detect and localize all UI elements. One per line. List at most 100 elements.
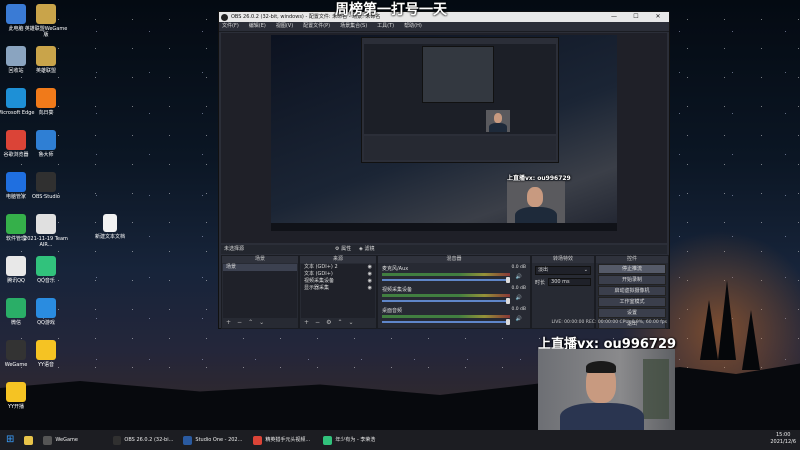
app-icon: [6, 46, 26, 66]
file-explorer-button[interactable]: [20, 432, 37, 448]
menu-item[interactable]: 编辑(E): [249, 22, 266, 31]
app-icon: [36, 4, 56, 24]
duration-label: 时长: [535, 279, 546, 286]
document-icon: [103, 214, 117, 232]
volume-slider[interactable]: [382, 277, 510, 283]
taskbar-app-button[interactable]: Studio One - 202...: [179, 432, 247, 448]
preview-webcam: [507, 181, 565, 225]
taskbar-app-button[interactable]: 精英猎手元头视频...: [249, 432, 317, 448]
wallpaper-tree: [700, 300, 718, 360]
taskbar-app-button[interactable]: WeGame: [39, 432, 107, 448]
duration-input[interactable]: 300 ms: [548, 278, 591, 286]
minimize-button[interactable]: —: [603, 12, 625, 22]
speaker-icon[interactable]: 🔊: [516, 295, 522, 301]
app-icon: [43, 435, 53, 445]
menu-item[interactable]: 工具(T): [377, 22, 394, 31]
desktop-icon[interactable]: 英雄联盟: [24, 46, 68, 74]
transition-select[interactable]: 淡出 ⌄: [535, 266, 591, 275]
wallpaper-tree: [742, 310, 760, 370]
desktop-icon[interactable]: 鲁大师: [24, 130, 68, 158]
dock-title: 转场特效: [532, 256, 594, 263]
obs-menubar: 文件(F) 编辑(E) 视图(V) 配置文件(P) 场景集合(S) 工具(T) 帮助(H): [219, 22, 669, 32]
obs-statusbar: LIVE: 00:00:00 REC: 00:00:00 CPU: 0.9%, …: [551, 320, 667, 325]
folder-icon: [24, 435, 34, 445]
app-icon: [113, 435, 122, 445]
app-icon: [6, 4, 26, 24]
properties-label: 属性: [341, 246, 352, 252]
desktop-icon[interactable]: 2021-11-19 Team AIR...: [24, 214, 68, 248]
desktop-icon-label: 英雄联盟WeGame版: [24, 26, 68, 38]
app-icon: [6, 88, 26, 108]
volume-slider[interactable]: [382, 298, 510, 304]
eye-icon[interactable]: ◉: [368, 264, 375, 271]
taskbar-app-button[interactable]: 年少有为 - 李荣浩: [319, 432, 387, 448]
channel-db: 0.0 dB: [511, 307, 526, 312]
clock-time[interactable]: 15:00: [770, 432, 796, 439]
start-button[interactable]: ⊞: [2, 432, 18, 448]
app-icon: [6, 172, 26, 192]
desktop-icon-label: OBS Studio: [32, 194, 60, 200]
app-icon: [6, 382, 26, 402]
source-item[interactable]: 文本 (GDI+) 2 ◉: [301, 264, 375, 271]
volume-meter: [382, 294, 510, 297]
desktop-icon[interactable]: 向日葵: [24, 88, 68, 116]
taskbar-app-label: WeGame: [55, 437, 79, 443]
obs-window[interactable]: OBS 26.0.2 (32-bit, windows) - 配置文件: 未命名…: [218, 2, 670, 329]
filters-label: 滤镜: [364, 246, 375, 252]
eye-icon[interactable]: ◉: [368, 285, 375, 292]
control-button[interactable]: 开始录制: [598, 275, 666, 285]
app-icon: [253, 435, 263, 445]
desktop-icon-label: 软件管理: [5, 236, 26, 242]
source-item[interactable]: 文本 (GDI+) ◉: [301, 271, 375, 278]
menu-item[interactable]: 配置文件(P): [303, 22, 330, 31]
obs-preview[interactable]: 上直播vx: ou996729: [221, 33, 667, 243]
properties-button[interactable]: ⚙ 属性: [335, 245, 351, 254]
desktop-file-new-text[interactable]: 新建文本文档: [88, 214, 132, 240]
desktop-icon-label: 此电脑: [8, 26, 24, 32]
control-button[interactable]: 设置: [598, 308, 666, 318]
controls-dock: 控件 停止推流 开始录制 启动虚拟摄像机 工作室模式 设置 退出: [595, 255, 669, 329]
transitions-dock: 转场特效 淡出 ⌄ 时长 300 ms: [531, 255, 595, 329]
desktop-icon[interactable]: QQ音乐: [24, 256, 68, 284]
source-item[interactable]: 视频采集设备 ◉: [301, 278, 375, 285]
dock-title: 混音器: [378, 256, 530, 263]
speaker-icon[interactable]: 🔊: [516, 274, 522, 280]
nested-obs-window: [361, 37, 559, 163]
control-button[interactable]: 启动虚拟摄像机: [598, 286, 666, 296]
desktop-icon[interactable]: YY语音: [24, 340, 68, 368]
desktop-icon[interactable]: QQ游戏: [24, 298, 68, 326]
desktop-icon-label: 回收站: [8, 68, 24, 74]
desktop-icon[interactable]: 英雄联盟WeGame版: [24, 4, 68, 38]
dock-title: 来源: [300, 256, 376, 263]
scene-item[interactable]: 场景: [223, 264, 297, 271]
clock-date[interactable]: 2021/12/6: [770, 439, 796, 446]
source-item[interactable]: 显示器采集 ◉: [301, 285, 375, 292]
app-icon: [6, 256, 26, 276]
close-button[interactable]: ✕: [647, 12, 669, 22]
sources-list[interactable]: 文本 (GDI+) 2 ◉ 文本 (GDI+) ◉ 视频采集设备 ◉ 显示器采集 ◉: [301, 264, 375, 318]
windows-icon: ⊞: [6, 434, 15, 445]
menu-item[interactable]: 场景集合(S): [340, 22, 367, 31]
maximize-button[interactable]: ☐: [625, 12, 647, 22]
menu-item[interactable]: 帮助(H): [404, 22, 422, 31]
eye-icon[interactable]: ◉: [368, 278, 375, 285]
control-button[interactable]: 停止推流: [598, 264, 666, 274]
desktop-icon-label: YY开播: [7, 404, 25, 410]
control-button[interactable]: 工作室模式: [598, 297, 666, 307]
app-icon: [183, 435, 193, 445]
scenes-list[interactable]: 场景: [223, 264, 297, 318]
channel-db: 0.0 dB: [511, 265, 526, 270]
desktop-icon[interactable]: OBS Studio: [24, 172, 68, 200]
filters-button[interactable]: ◈ 滤镜: [359, 245, 374, 254]
menu-item[interactable]: 视图(V): [276, 22, 293, 31]
app-icon: [36, 88, 56, 108]
taskbar-app-label: 精英猎手元头视频...: [265, 437, 311, 443]
mixer-channel: 麦克风/Aux 0.0 dB 🔊: [382, 265, 526, 285]
desktop-icon-label: QQ游戏: [37, 320, 55, 326]
eye-icon[interactable]: ◉: [368, 271, 375, 278]
desktop-icon-label: 向日葵: [38, 110, 54, 116]
menu-item[interactable]: 文件(F): [222, 22, 239, 31]
desktop-icon[interactable]: YY开播: [0, 382, 38, 410]
webcam-feed: [538, 349, 675, 435]
taskbar-app-button[interactable]: OBS 26.0.2 (32-bi...: [109, 432, 177, 448]
